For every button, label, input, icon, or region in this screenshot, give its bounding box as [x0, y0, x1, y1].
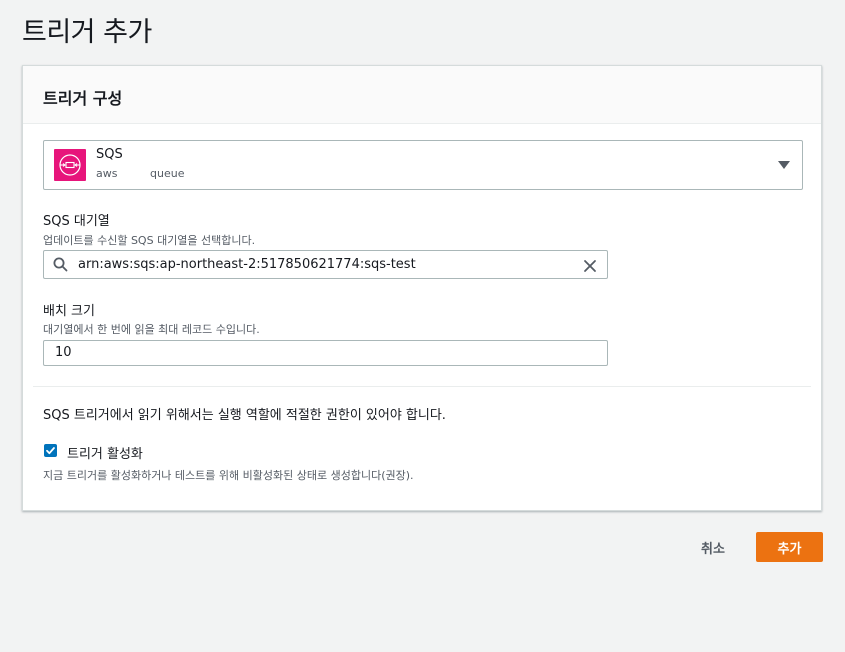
enable-trigger-checkbox[interactable]	[44, 444, 57, 457]
trigger-source-select[interactable]: SQS aws queue	[43, 140, 803, 190]
search-icon	[53, 257, 68, 276]
permission-info-text: SQS 트리거에서 읽기 위해서는 실행 역할에 적절한 권한이 있어야 합니다…	[43, 408, 446, 423]
queue-field-description: 업데이트를 수신할 SQS 대기열을 선택합니다.	[43, 234, 256, 247]
cancel-button[interactable]: 취소	[690, 532, 736, 562]
batch-size-input[interactable]: 10	[43, 340, 608, 366]
close-icon[interactable]	[583, 258, 597, 277]
enable-trigger-label[interactable]: 트리거 활성화	[67, 443, 143, 462]
trigger-config-panel: 트리거 구성 SQS aws queue SQS 대기열 업데이트를 수신할 S…	[22, 65, 822, 511]
source-tag-aws: aws	[96, 167, 118, 180]
sqs-service-icon	[54, 149, 86, 181]
queue-arn-value[interactable]: arn:aws:sqs:ap-northeast-2:517850621774:…	[78, 257, 416, 272]
queue-field-label: SQS 대기열	[43, 214, 110, 229]
enable-trigger-description: 지금 트리거를 활성화하거나 테스트를 위해 비활성화된 상태로 생성합니다(권…	[43, 469, 414, 482]
caret-down-icon[interactable]	[778, 161, 790, 169]
divider	[33, 386, 811, 387]
page-title: 트리거 추가	[22, 17, 152, 48]
panel-header: 트리거 구성	[23, 66, 821, 124]
source-tag-queue: queue	[150, 167, 185, 180]
batch-size-description: 대기열에서 한 번에 읽을 최대 레코드 수입니다.	[43, 323, 260, 336]
queue-search-input[interactable]: arn:aws:sqs:ap-northeast-2:517850621774:…	[43, 250, 608, 279]
add-button[interactable]: 추가	[756, 532, 823, 562]
batch-size-label: 배치 크기	[43, 304, 95, 319]
checkmark-icon	[46, 447, 55, 455]
source-name: SQS	[96, 147, 123, 162]
